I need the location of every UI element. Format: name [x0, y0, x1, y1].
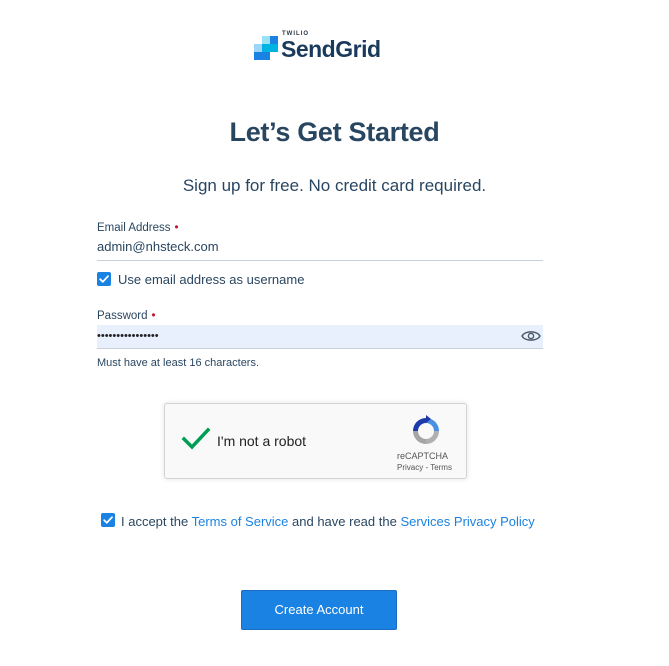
password-field[interactable]: •••••••••••••••• [97, 325, 543, 349]
terms-of-service-link[interactable]: Terms of Service [192, 514, 289, 529]
recaptcha-label: I'm not a robot [217, 433, 307, 449]
recaptcha-brand: reCAPTCHA [397, 451, 449, 461]
email-label: Email Address • [97, 222, 179, 234]
required-marker: • [174, 222, 179, 234]
recaptcha-widget: I'm not a robot reCAPTCHA Privacy - Term… [164, 403, 467, 479]
use-email-username-checkbox[interactable] [97, 272, 111, 286]
password-label-text: Password [97, 310, 148, 322]
recaptcha-logo-icon [413, 415, 439, 444]
required-marker: • [151, 310, 156, 322]
recaptcha-privacy-terms-links[interactable]: Privacy - Terms [397, 463, 452, 472]
eye-icon[interactable] [521, 329, 541, 343]
terms-middle: and have read the [288, 514, 401, 529]
password-label: Password • [97, 310, 156, 322]
page-subtitle: Sign up for free. No credit card require… [182, 176, 487, 195]
sendgrid-logo: TWILIO SendGrid [254, 31, 394, 63]
use-email-username-label[interactable]: Use email address as username [118, 272, 304, 287]
terms-checkbox[interactable] [101, 513, 115, 527]
password-masked-value: •••••••••••••••• [97, 330, 159, 342]
privacy-policy-link[interactable]: Services Privacy Policy [400, 514, 534, 529]
checkmark-icon [99, 275, 109, 283]
email-field[interactable]: admin@nhsteck.com [97, 239, 543, 261]
logo-wordmark: SendGrid [281, 36, 381, 62]
page-title: Let’s Get Started [229, 117, 440, 147]
terms-prefix: I accept the [121, 514, 192, 529]
create-account-button[interactable]: Create Account [241, 590, 397, 630]
password-hint: Must have at least 16 characters. [97, 357, 260, 369]
sendgrid-logo-icon [254, 36, 278, 60]
email-label-text: Email Address [97, 222, 171, 234]
recaptcha-checkmark-icon[interactable] [181, 426, 211, 452]
checkmark-icon [103, 516, 113, 524]
terms-statement: I accept the Terms of Service and have r… [121, 514, 535, 529]
